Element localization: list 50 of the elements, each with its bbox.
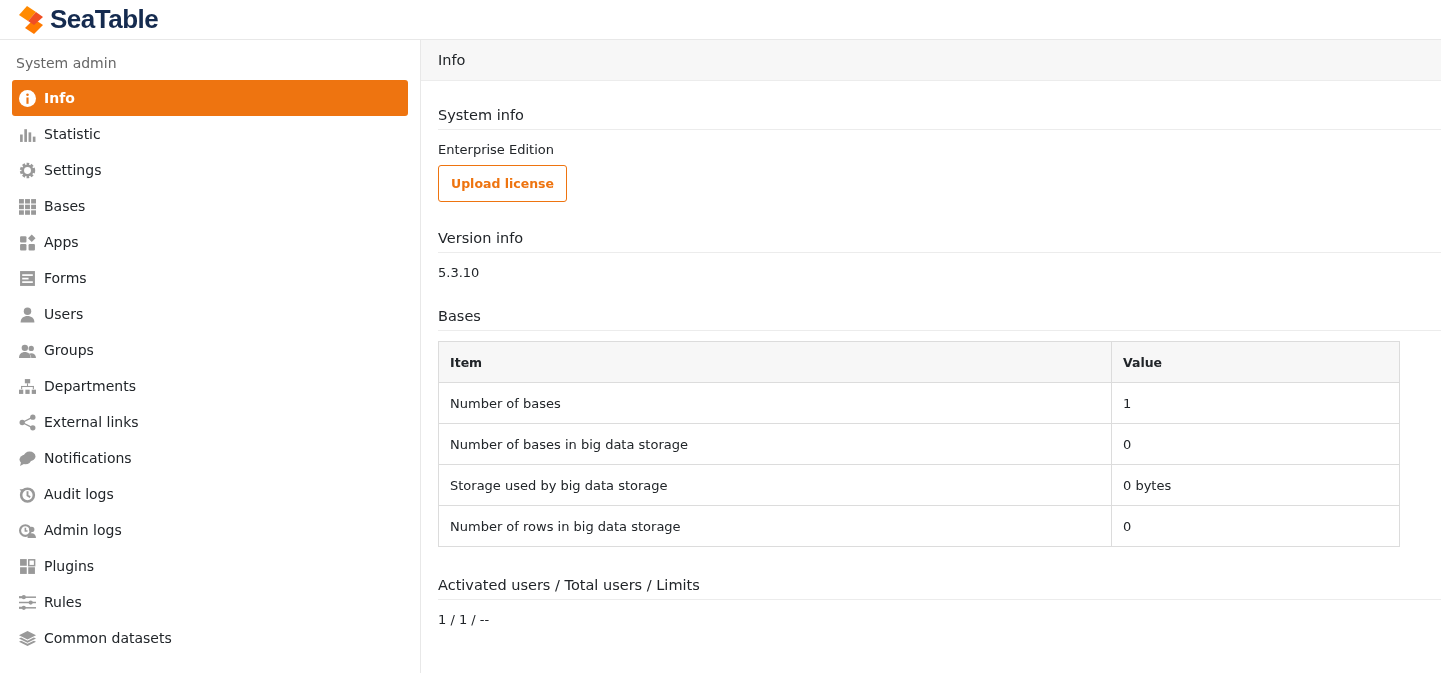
sidebar-item[interactable]: Apps: [12, 224, 408, 260]
sidebar-item[interactable]: Rules: [12, 584, 408, 620]
sidebar-item[interactable]: Groups: [12, 332, 408, 368]
settings-icon: [19, 161, 36, 179]
layers-icon: [19, 629, 36, 647]
logo-icon: [16, 4, 46, 35]
table-cell: Number of bases: [438, 382, 1112, 424]
sidebar-item[interactable]: Departments: [12, 368, 408, 404]
version-text: 5.3.10: [438, 265, 481, 280]
apps-icon: [19, 233, 36, 251]
plugin-icon: [19, 557, 36, 575]
section-heading: Activated users / Total users / Limits: [438, 569, 1441, 600]
section-heading: System info: [438, 99, 1441, 130]
logo-text: SeaTable: [50, 4, 159, 35]
sidebar-item[interactable]: Plugins: [12, 548, 408, 584]
sidebar-item[interactable]: Forms: [12, 260, 408, 296]
section-heading: Bases: [438, 300, 1441, 331]
clock-user-icon: [19, 521, 36, 539]
table-cell: Storage used by big data storage: [438, 464, 1112, 506]
sidebar-item[interactable]: Settings: [12, 152, 408, 188]
table-cell: Number of rows in big data storage: [438, 505, 1112, 547]
sidebar-title: System admin: [15, 54, 118, 73]
table-cell: 1: [1111, 382, 1400, 424]
table-cell: 0: [1111, 423, 1400, 465]
share-icon: [19, 413, 36, 431]
sidebar-item[interactable]: Users: [12, 296, 408, 332]
column-header: Item: [438, 341, 1112, 383]
info-icon: [19, 89, 36, 107]
grid-icon: [19, 197, 36, 215]
sidebar-item[interactable]: Admin logs: [12, 512, 408, 548]
sidebar-item[interactable]: Statistic: [12, 116, 408, 152]
org-chart-icon: [19, 377, 36, 395]
table-cell: Number of bases in big data storage: [438, 423, 1112, 465]
history-icon: [19, 485, 36, 503]
sliders-icon: [19, 593, 36, 611]
column-header: Value: [1111, 341, 1400, 383]
table-cell: 0 bytes: [1111, 464, 1400, 506]
sidebar-item[interactable]: Common datasets: [12, 620, 408, 656]
table-cell: 0: [1111, 505, 1400, 547]
users-count-text: 1 / 1 / --: [438, 612, 491, 627]
chat-bubbles-icon: [19, 449, 36, 467]
page-title: Info: [421, 40, 1441, 81]
sidebar-item[interactable]: Audit logs: [12, 476, 408, 512]
sidebar-item[interactable]: External links: [12, 404, 408, 440]
form-icon: [19, 269, 36, 287]
section-heading: Version info: [438, 222, 1441, 253]
sidebar-item[interactable]: Notifications: [12, 440, 408, 476]
sidebar-item[interactable]: Bases: [12, 188, 408, 224]
user-icon: [19, 305, 36, 323]
edition-text: Enterprise Edition: [438, 142, 555, 157]
